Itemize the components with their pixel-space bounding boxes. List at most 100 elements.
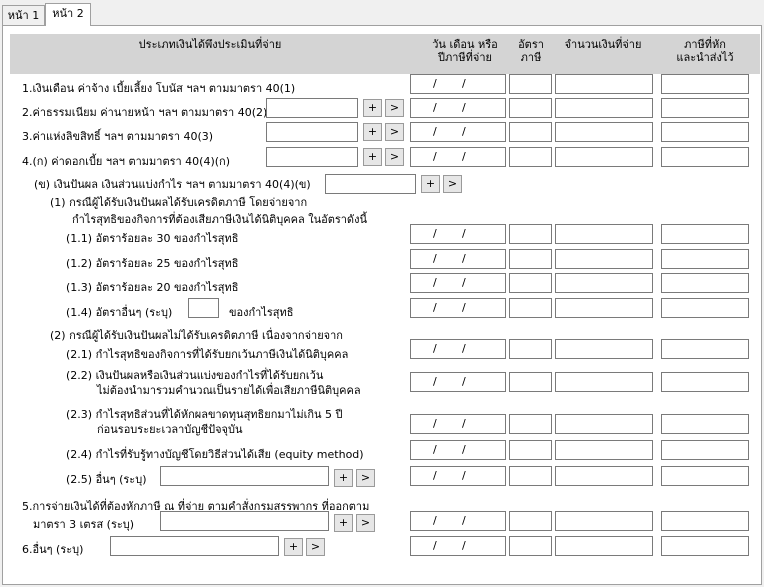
date-field[interactable]: / / [410,466,506,486]
date-separator: / [433,252,437,265]
label-no-credit: (2) กรณีผู้ได้รับเงินปันผลไม่ได้รับเครดิ… [50,329,343,342]
date-separator: / [433,469,437,482]
amount-field[interactable] [555,339,653,359]
dividend-description-input[interactable] [325,174,416,194]
amount-field[interactable] [555,224,653,244]
other-2-5-next-button[interactable]: > [356,469,375,487]
amount-field[interactable] [555,298,653,318]
header-rate: อัตรา ภาษี [509,38,553,64]
rate-field[interactable] [509,372,552,392]
amount-field[interactable] [555,536,653,556]
rate-field[interactable] [509,466,552,486]
amount-field[interactable] [555,466,653,486]
interest-description-input[interactable] [266,147,358,167]
date-separator: / [433,417,437,430]
date-field[interactable]: / / [410,511,506,531]
amount-field[interactable] [555,98,653,118]
rate-field[interactable] [509,511,552,531]
header-income-type: ประเภทเงินได้พึงประเมินที่จ่าย [138,38,282,51]
copyright-add-button[interactable]: + [363,123,382,141]
tab-page-2[interactable]: หน้า 2 [45,3,91,26]
withholding-description-input[interactable] [160,511,329,531]
date-field[interactable]: / / [410,536,506,556]
tax-field[interactable] [661,440,749,460]
label-loss-carried-2: ก่อนรอบระยะเวลาบัญชีปัจจุบัน [97,423,243,436]
amount-field[interactable] [555,249,653,269]
tax-field[interactable] [661,74,749,94]
rate-field[interactable] [509,98,552,118]
label-other-6: 6.อื่นๆ (ระบุ) [22,543,84,556]
rate-field[interactable] [509,536,552,556]
amount-field[interactable] [555,414,653,434]
rate-field[interactable] [509,339,552,359]
rate-field[interactable] [509,440,552,460]
interest-next-button[interactable]: > [385,148,404,166]
date-field[interactable]: / / [410,414,506,434]
date-field[interactable]: / / [410,372,506,392]
rate-field[interactable] [509,249,552,269]
date-separator: / [433,227,437,240]
rate-field[interactable] [509,224,552,244]
tax-field[interactable] [661,372,749,392]
amount-field[interactable] [555,511,653,531]
other-6-description-input[interactable] [110,536,279,556]
rate-field[interactable] [509,298,552,318]
date-field[interactable]: / / [410,74,506,94]
tax-field[interactable] [661,298,749,318]
other-6-next-button[interactable]: > [306,538,325,556]
date-separator: / [462,276,466,289]
date-field[interactable]: / / [410,273,506,293]
date-field[interactable]: / / [410,147,506,167]
tax-field[interactable] [661,466,749,486]
header-tax-line2: และนำส่งไว้ [676,51,734,64]
tax-field[interactable] [661,98,749,118]
rate-field[interactable] [509,74,552,94]
other-6-add-button[interactable]: + [284,538,303,556]
other-2-5-add-button[interactable]: + [334,469,353,487]
rate-field[interactable] [509,273,552,293]
rate-field[interactable] [509,147,552,167]
date-field[interactable]: / / [410,339,506,359]
date-field[interactable]: / / [410,298,506,318]
tax-field[interactable] [661,414,749,434]
date-separator: / [462,514,466,527]
date-field[interactable]: / / [410,249,506,269]
interest-add-button[interactable]: + [363,148,382,166]
dividend-add-button[interactable]: + [421,175,440,193]
tax-field[interactable] [661,147,749,167]
rate-field[interactable] [509,414,552,434]
copyright-next-button[interactable]: > [385,123,404,141]
fees-add-button[interactable]: + [363,99,382,117]
copyright-description-input[interactable] [266,122,358,142]
header-date-line2: ปีภาษีที่จ่าย [438,51,492,64]
amount-field[interactable] [555,372,653,392]
fees-next-button[interactable]: > [385,99,404,117]
tax-field[interactable] [661,339,749,359]
date-field[interactable]: / / [410,98,506,118]
tax-field[interactable] [661,122,749,142]
other-2-5-description-input[interactable] [160,466,329,486]
tab-page-1[interactable]: หน้า 1 [2,5,45,25]
amount-field[interactable] [555,440,653,460]
tax-field[interactable] [661,536,749,556]
amount-field[interactable] [555,147,653,167]
tax-field[interactable] [661,511,749,531]
withholding-next-button[interactable]: > [356,514,375,532]
fees-description-input[interactable] [266,98,358,118]
tax-field[interactable] [661,224,749,244]
dividend-next-button[interactable]: > [443,175,462,193]
amount-field[interactable] [555,122,653,142]
rate-field[interactable] [509,122,552,142]
amount-field[interactable] [555,74,653,94]
label-withholding-2: มาตรา 3 เตรส (ระบุ) [33,518,135,531]
tax-field[interactable] [661,249,749,269]
other-rate-input[interactable] [188,298,219,318]
date-separator: / [433,301,437,314]
tax-field[interactable] [661,273,749,293]
amount-field[interactable] [555,273,653,293]
date-field[interactable]: / / [410,440,506,460]
date-field[interactable]: / / [410,224,506,244]
withholding-add-button[interactable]: + [334,514,353,532]
date-field[interactable]: / / [410,122,506,142]
date-separator: / [462,469,466,482]
